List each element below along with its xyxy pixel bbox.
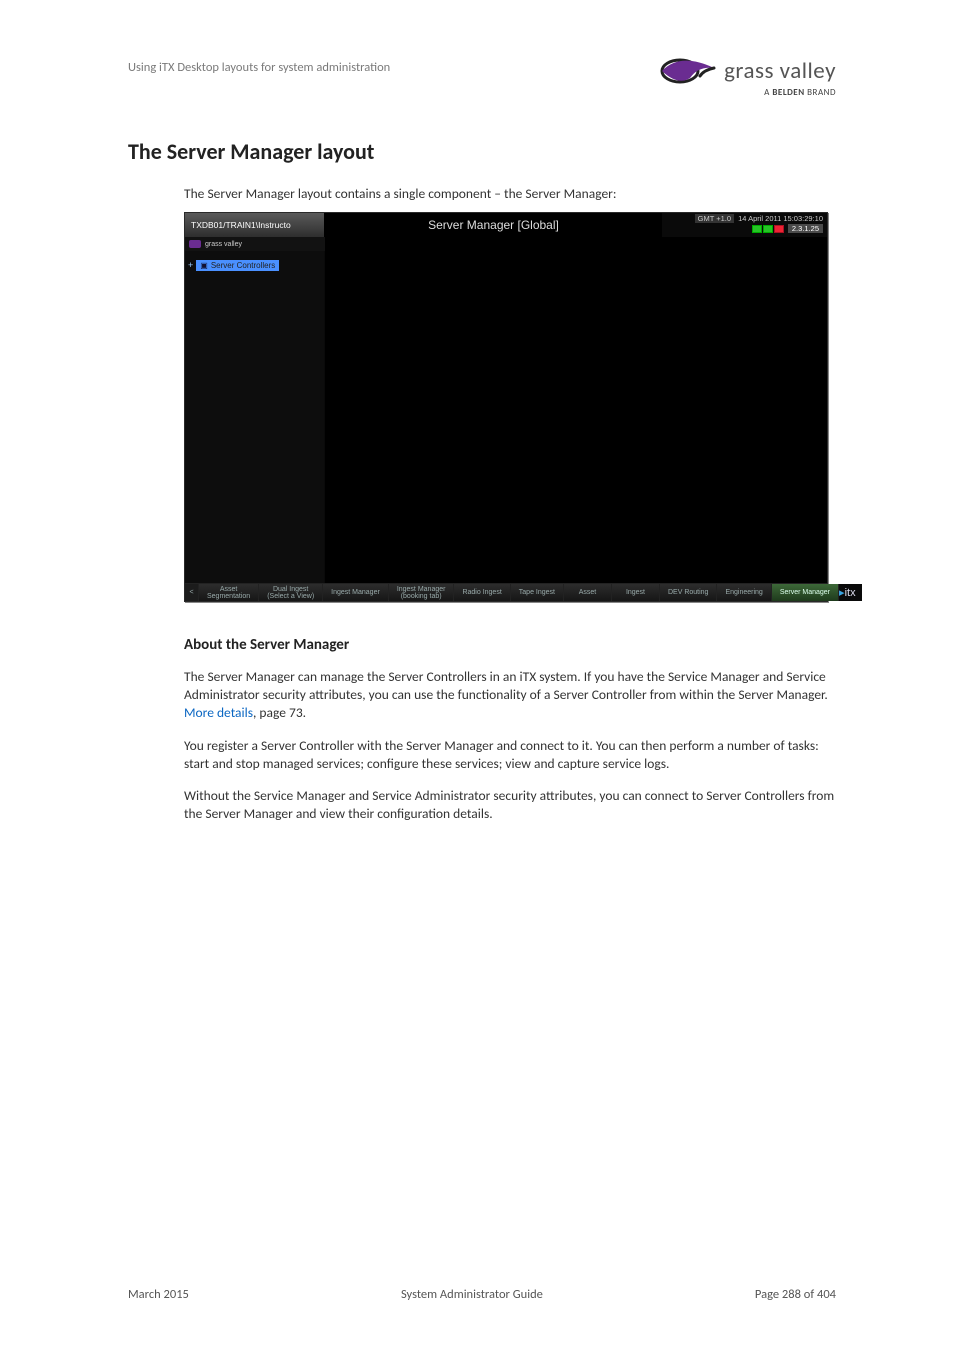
status-chip-green-icon	[752, 225, 762, 233]
brand-wordmark: grass valley	[724, 57, 836, 85]
shot-sidebar: +Server Controllers	[185, 251, 325, 583]
running-title: Using iTX Desktop layouts for system adm…	[128, 56, 390, 75]
tab-radio-ingest[interactable]: Radio Ingest	[454, 584, 510, 601]
lead-paragraph: The Server Manager layout contains a sin…	[184, 185, 836, 202]
brand-logo-block: grass valley A BELDEN BRAND	[660, 56, 836, 98]
para-2: You register a Server Controller with th…	[184, 737, 836, 773]
tree-expand-icon[interactable]: +	[188, 260, 193, 270]
server-manager-screenshot: TXDB01/TRAIN1\Instructo Server Manager […	[184, 212, 828, 602]
footer-left: March 2015	[128, 1287, 189, 1302]
gv-mini-badge-icon: grass valley	[185, 240, 242, 248]
section-heading: About the Server Manager	[184, 636, 836, 654]
tab-ingest[interactable]: Ingest	[612, 584, 660, 601]
tab-tape-ingest[interactable]: Tape Ingest	[511, 584, 564, 601]
status-chip-green-icon	[763, 225, 773, 233]
tab-engineering[interactable]: Engineering	[717, 584, 771, 601]
shot-user-host-label: TXDB01/TRAIN1\Instructo	[185, 213, 325, 237]
tab-dev-routing[interactable]: DEV Routing	[660, 584, 717, 601]
tab-ingest-manager-booking[interactable]: Ingest Manager(booking tab)	[389, 584, 455, 601]
tab-asset-segmentation[interactable]: AssetSegmentation	[199, 584, 259, 601]
version-badge: 2.3.1.25	[788, 224, 823, 233]
tab-scroll-left-icon[interactable]: <	[185, 584, 199, 601]
datetime-label: 14 April 2011 15:03:29:10	[738, 214, 823, 223]
shot-top-right-status: GMT +1.0 14 April 2011 15:03:29:10 2.3.1…	[662, 213, 827, 237]
footer-center: System Administrator Guide	[401, 1287, 543, 1302]
para-1: The Server Manager can manage the Server…	[184, 668, 836, 723]
tab-server-manager[interactable]: Server Manager	[772, 584, 839, 601]
shot-main-area	[325, 251, 827, 583]
tab-asset[interactable]: Asset	[564, 584, 612, 601]
grass-valley-swoosh-icon	[660, 56, 718, 86]
status-chip-red-icon	[774, 225, 784, 233]
footer-right: Page 288 of 404	[755, 1287, 836, 1302]
itx-logo-icon: ▸itx	[839, 584, 862, 601]
shot-tab-bar: < AssetSegmentation Dual Ingest(Select a…	[185, 583, 827, 601]
gmt-badge: GMT +1.0	[695, 214, 734, 223]
tab-dual-ingest[interactable]: Dual Ingest(Select a View)	[259, 584, 323, 601]
tab-ingest-manager[interactable]: Ingest Manager	[323, 584, 389, 601]
shot-title: Server Manager [Global]	[325, 213, 662, 237]
page-title: The Server Manager layout	[128, 138, 836, 165]
more-details-link[interactable]: More details	[184, 704, 253, 721]
tree-item-server-controllers[interactable]: Server Controllers	[196, 260, 279, 271]
para-3: Without the Service Manager and Service …	[184, 787, 836, 823]
belden-tagline: A BELDEN BRAND	[764, 87, 836, 98]
